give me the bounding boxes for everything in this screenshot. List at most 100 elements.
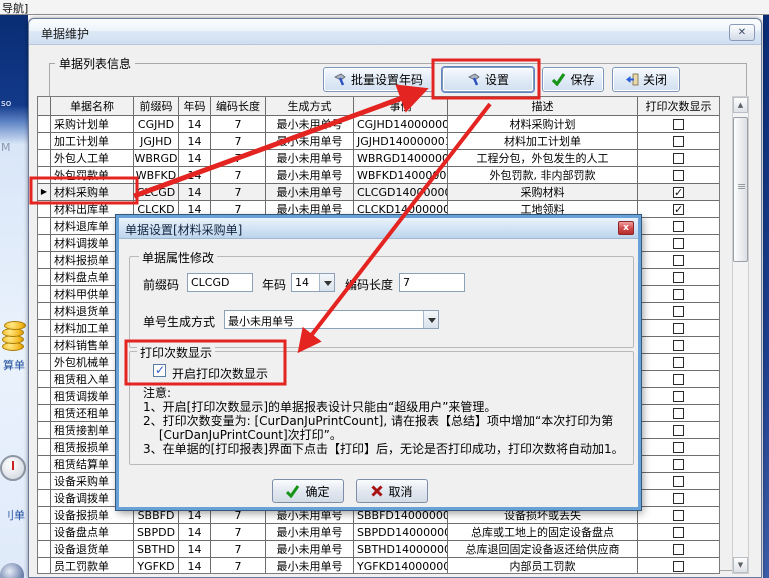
year-combobox[interactable]: 14 bbox=[291, 273, 335, 292]
print-count-cell[interactable] bbox=[638, 507, 719, 523]
column-header[interactable]: 编码长度 bbox=[211, 97, 266, 115]
table-cell[interactable]: 加工计划单 bbox=[51, 133, 134, 149]
row-selector-cell[interactable] bbox=[38, 235, 51, 251]
row-selector-cell[interactable] bbox=[38, 133, 51, 149]
table-cell[interactable]: CLCGD140000001 bbox=[354, 184, 448, 200]
print-count-cell[interactable] bbox=[638, 201, 719, 217]
print-count-checkbox[interactable] bbox=[153, 364, 166, 377]
row-selector-cell[interactable] bbox=[38, 303, 51, 319]
print-count-cell[interactable] bbox=[638, 184, 719, 200]
table-cell[interactable]: 7 bbox=[211, 150, 266, 166]
table-cell[interactable]: 材料加工计划单 bbox=[448, 133, 638, 149]
row-selector-cell[interactable] bbox=[38, 405, 51, 421]
table-row[interactable]: 设备退货单SBTHD147最小未用单号SBTHD140000001总库退回固定设… bbox=[38, 541, 719, 558]
print-count-grid-checkbox[interactable] bbox=[673, 357, 684, 368]
table-cell[interactable]: 7 bbox=[211, 541, 266, 557]
print-count-grid-checkbox[interactable] bbox=[673, 238, 684, 249]
table-cell[interactable]: 14 bbox=[179, 524, 211, 540]
column-header[interactable]: 年码 bbox=[179, 97, 211, 115]
print-count-grid-checkbox[interactable] bbox=[673, 255, 684, 266]
print-count-grid-checkbox[interactable] bbox=[673, 136, 684, 147]
table-cell[interactable]: 14 bbox=[179, 116, 211, 132]
length-input[interactable]: 7 bbox=[399, 273, 465, 292]
sidebar-bottom-icon[interactable] bbox=[0, 563, 24, 578]
print-count-checkbox-label[interactable]: 开启打印次数显示 bbox=[172, 365, 268, 382]
table-cell[interactable]: YGFKD bbox=[134, 558, 179, 574]
table-cell[interactable]: 7 bbox=[211, 184, 266, 200]
table-cell[interactable]: 材料采购计划 bbox=[448, 116, 638, 132]
print-count-cell[interactable] bbox=[638, 286, 719, 302]
print-count-cell[interactable] bbox=[638, 524, 719, 540]
print-count-cell[interactable] bbox=[638, 269, 719, 285]
print-count-grid-checkbox[interactable] bbox=[673, 289, 684, 300]
table-cell[interactable]: 14 bbox=[179, 167, 211, 183]
row-selector-cell[interactable] bbox=[38, 507, 51, 523]
column-header[interactable]: 生成方式 bbox=[266, 97, 354, 115]
row-selector-cell[interactable] bbox=[38, 524, 51, 540]
print-count-cell[interactable] bbox=[638, 150, 719, 166]
print-count-cell[interactable] bbox=[638, 541, 719, 557]
table-cell[interactable]: 设备盘点单 bbox=[51, 524, 134, 540]
row-selector-cell[interactable] bbox=[38, 354, 51, 370]
row-selector-cell[interactable] bbox=[38, 252, 51, 268]
prefix-input[interactable]: CLCGD bbox=[187, 273, 253, 292]
scrollbar-thumb[interactable] bbox=[733, 117, 748, 262]
table-cell[interactable]: YGFKD140000001 bbox=[354, 558, 448, 574]
print-count-cell[interactable] bbox=[638, 371, 719, 387]
row-selector-cell[interactable] bbox=[38, 388, 51, 404]
table-cell[interactable]: 工程分包，外包发生的人工 bbox=[448, 150, 638, 166]
column-header[interactable]: 打印次数显示 bbox=[638, 97, 719, 115]
table-cell[interactable]: WBFKD bbox=[134, 167, 179, 183]
sidebar-item-label[interactable]: 算单 bbox=[3, 357, 25, 373]
vertical-scrollbar[interactable]: ▲ ▼ bbox=[732, 96, 749, 574]
table-cell[interactable]: WBRGD140000001 bbox=[354, 150, 448, 166]
print-count-cell[interactable] bbox=[638, 456, 719, 472]
row-selector-cell[interactable] bbox=[38, 456, 51, 472]
table-cell[interactable]: 最小未用单号 bbox=[266, 133, 354, 149]
table-cell[interactable]: JGJHD140000001 bbox=[354, 133, 448, 149]
table-cell[interactable]: 7 bbox=[211, 167, 266, 183]
print-count-cell[interactable] bbox=[638, 473, 719, 489]
table-cell[interactable]: 总库退回固定设备返还给供应商 bbox=[448, 541, 638, 557]
print-count-cell[interactable] bbox=[638, 235, 719, 251]
row-selector-cell[interactable] bbox=[38, 490, 51, 506]
print-count-grid-checkbox[interactable] bbox=[673, 527, 684, 538]
print-count-grid-checkbox[interactable] bbox=[673, 493, 684, 504]
print-count-grid-checkbox[interactable] bbox=[673, 306, 684, 317]
table-cell[interactable]: 外包人工单 bbox=[51, 150, 134, 166]
save-button[interactable]: 保存 bbox=[542, 67, 604, 92]
print-count-grid-checkbox[interactable] bbox=[673, 374, 684, 385]
table-cell[interactable]: 14 bbox=[179, 558, 211, 574]
print-count-cell[interactable] bbox=[638, 133, 719, 149]
cancel-button[interactable]: 取消 bbox=[356, 479, 428, 503]
row-selector-cell[interactable] bbox=[38, 320, 51, 336]
print-count-cell[interactable] bbox=[638, 405, 719, 421]
table-cell[interactable]: SBTHD140000001 bbox=[354, 541, 448, 557]
table-row[interactable]: 设备盘点单SBPDD147最小未用单号SBPDD140000001总库或工地上的… bbox=[38, 524, 719, 541]
chevron-down-icon[interactable] bbox=[423, 311, 438, 328]
print-count-cell[interactable] bbox=[638, 422, 719, 438]
table-cell[interactable]: 最小未用单号 bbox=[266, 184, 354, 200]
scroll-down-button[interactable]: ▼ bbox=[733, 557, 748, 573]
table-cell[interactable]: 7 bbox=[211, 116, 266, 132]
print-count-grid-checkbox[interactable] bbox=[673, 272, 684, 283]
print-count-cell[interactable] bbox=[638, 320, 719, 336]
table-cell[interactable]: SBPDD140000001 bbox=[354, 524, 448, 540]
chevron-down-icon[interactable] bbox=[319, 274, 334, 291]
print-count-grid-checkbox[interactable] bbox=[673, 323, 684, 334]
column-header[interactable]: 前缀码 bbox=[134, 97, 179, 115]
print-count-grid-checkbox[interactable] bbox=[673, 544, 684, 555]
clock-icon[interactable] bbox=[0, 455, 26, 481]
table-row[interactable]: 加工计划单JGJHD147最小未用单号JGJHD140000001材料加工计划单 bbox=[38, 133, 719, 150]
close-window-button[interactable]: 关闭 bbox=[612, 67, 680, 92]
print-count-cell[interactable] bbox=[638, 167, 719, 183]
table-cell[interactable]: 14 bbox=[179, 150, 211, 166]
row-selector-cell[interactable] bbox=[38, 150, 51, 166]
table-cell[interactable]: 设备退货单 bbox=[51, 541, 134, 557]
print-count-grid-checkbox[interactable] bbox=[673, 408, 684, 419]
row-selector-cell[interactable] bbox=[38, 269, 51, 285]
table-row[interactable]: 员工罚款单YGFKD147最小未用单号YGFKD140000001内部员工罚款 bbox=[38, 558, 719, 574]
print-count-grid-checkbox[interactable] bbox=[673, 221, 684, 232]
print-count-grid-checkbox[interactable] bbox=[673, 442, 684, 453]
dialog-titlebar[interactable]: 单据设置[材料采购单] x bbox=[119, 218, 638, 239]
